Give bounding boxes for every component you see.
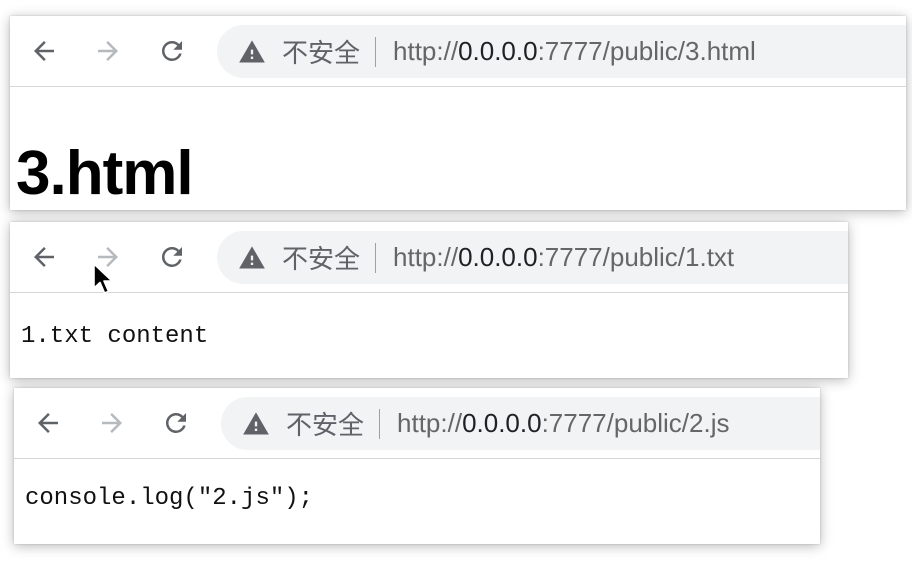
url-text[interactable]: http://0.0.0.0:7777/public/3.html [393,36,756,67]
address-divider [379,408,381,439]
reload-icon [165,412,186,433]
address-bar[interactable]: 不安全 http://0.0.0.0:7777/public/3.html [217,25,906,78]
page-heading: 3.html [16,139,194,208]
url-text[interactable]: http://0.0.0.0:7777/public/2.js [397,408,729,439]
url-scheme: http:// [393,36,459,66]
reload-button[interactable] [159,406,193,440]
url-host: 0.0.0.0 [462,408,542,438]
url-scheme: http:// [397,408,463,438]
mouse-pointer-icon [93,263,113,294]
browser-toolbar: 不安全 http://0.0.0.0:7777/public/3.html [10,16,906,87]
plain-text-content: 1.txt content [21,323,209,350]
page-content: console.log("2.js"); [14,459,820,544]
page-content: 1.txt content [10,293,848,378]
browser-window-1-txt: 不安全 http://0.0.0.0:7777/public/1.txt 1.t… [10,222,848,378]
address-bar[interactable]: 不安全 http://0.0.0.0:7777/public/2.js [221,397,820,450]
back-button[interactable] [27,240,61,274]
url-host: 0.0.0.0 [458,36,538,66]
security-label[interactable]: 不安全 [282,33,360,70]
forward-button[interactable] [95,406,129,440]
url-text[interactable]: http://0.0.0.0:7777/public/1.txt [393,242,734,273]
arrow-right-icon [98,41,118,61]
warning-triangle-icon [243,411,269,434]
plain-text-content: console.log("2.js"); [25,485,314,512]
reload-button[interactable] [155,34,189,68]
url-path: :7777/public/1.txt [537,242,735,272]
address-divider [375,36,377,67]
forward-button[interactable] [91,34,125,68]
back-button[interactable] [31,406,65,440]
arrow-left-icon [34,41,54,61]
url-path: :7777/public/2.js [541,408,730,438]
browser-toolbar: 不安全 http://0.0.0.0:7777/public/2.js [14,388,820,459]
reload-button[interactable] [155,240,189,274]
reload-icon [161,246,182,267]
warning-triangle-icon [239,39,265,62]
browser-window-2-js: 不安全 http://0.0.0.0:7777/public/2.js cons… [14,388,820,544]
address-bar[interactable]: 不安全 http://0.0.0.0:7777/public/1.txt [217,231,848,284]
arrow-right-icon [102,413,122,433]
url-path: :7777/public/3.html [537,36,756,66]
address-divider [375,242,377,273]
browser-toolbar: 不安全 http://0.0.0.0:7777/public/1.txt [10,222,848,293]
arrow-left-icon [34,247,54,267]
url-scheme: http:// [393,242,459,272]
security-label[interactable]: 不安全 [282,239,360,276]
page-content: 3.html [10,87,906,210]
browser-window-3-html: 不安全 http://0.0.0.0:7777/public/3.html 3.… [10,16,906,210]
security-label[interactable]: 不安全 [286,405,364,442]
warning-triangle-icon [239,245,265,268]
reload-icon [161,40,182,61]
arrow-left-icon [38,413,58,433]
back-button[interactable] [27,34,61,68]
url-host: 0.0.0.0 [458,242,538,272]
